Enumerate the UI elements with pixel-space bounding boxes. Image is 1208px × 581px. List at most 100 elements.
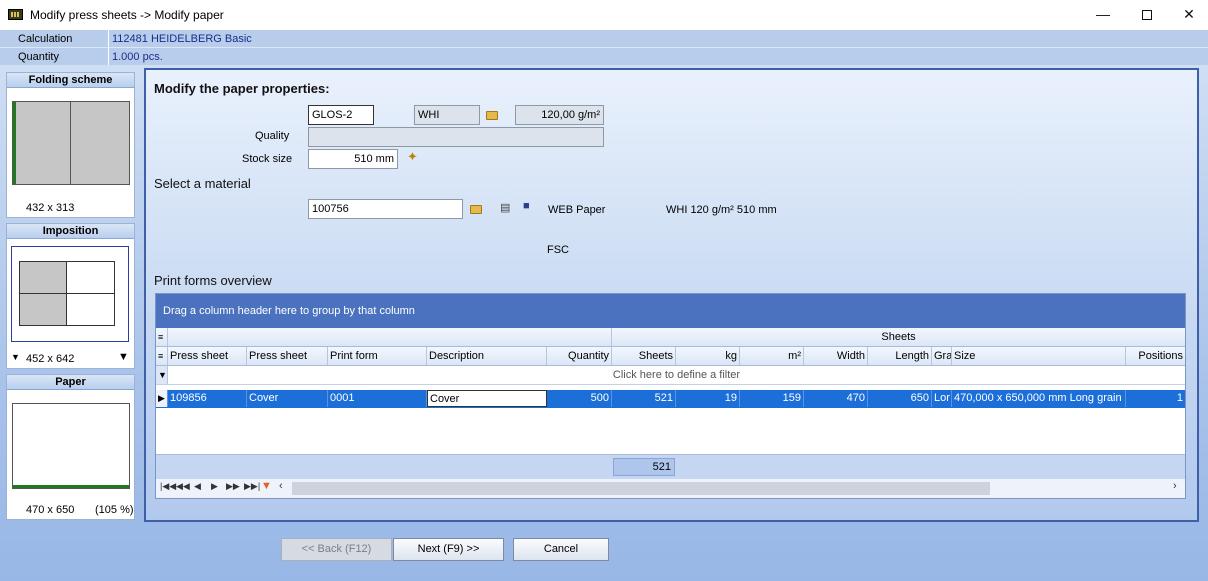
- imposition-dropdown-icon[interactable]: ▼: [118, 351, 129, 363]
- group-by-area[interactable]: Drag a column header here to group by th…: [156, 294, 1185, 328]
- quantity-value: 1.000 pcs.: [112, 51, 163, 63]
- material-code-field[interactable]: 100756: [308, 199, 463, 219]
- cell-positions[interactable]: 1: [1126, 390, 1185, 407]
- info-header: Calculation 112481 HEIDELBERG Basic Quan…: [0, 30, 1208, 65]
- close-button[interactable]: ✕: [1166, 0, 1208, 30]
- col-grain[interactable]: Gra: [932, 347, 952, 365]
- paper-panel: Paper 470 x 650 (105 %): [6, 374, 135, 520]
- minimize-button[interactable]: —: [1080, 0, 1126, 30]
- print-forms-heading: Print forms overview: [154, 273, 272, 288]
- paper-weight-field[interactable]: 120,00 g/m²: [515, 105, 604, 125]
- col-kg[interactable]: kg: [676, 347, 740, 365]
- imposition-arrow-icon: ▼: [11, 352, 20, 362]
- column-chooser-icon[interactable]: ≡: [156, 328, 168, 346]
- col-sheets[interactable]: Sheets: [612, 347, 676, 365]
- quantity-label: Quantity: [18, 51, 59, 63]
- col-press-sheet[interactable]: Press sheet: [168, 347, 247, 365]
- col-positions[interactable]: Positions: [1126, 347, 1185, 365]
- paper-size: 470 x 650: [26, 504, 75, 516]
- material-desc: WHI 120 g/m² 510 mm: [666, 204, 777, 216]
- print-forms-grid: Drag a column header here to group by th…: [155, 293, 1186, 499]
- folding-scheme-title: Folding scheme: [7, 73, 134, 88]
- total-sheets: 521: [613, 458, 675, 476]
- calculation-value: 112481 HEIDELBERG Basic: [112, 33, 252, 45]
- folding-size: 432 x 313: [26, 202, 75, 214]
- cell-description[interactable]: Cover: [427, 390, 547, 407]
- quality-field[interactable]: [308, 127, 604, 147]
- window-title: Modify press sheets -> Modify paper: [30, 8, 224, 22]
- paper-percent: (105 %): [95, 504, 134, 516]
- col-size[interactable]: Size: [952, 347, 1126, 365]
- folding-scheme-panel: Folding scheme 432 x 313: [6, 72, 135, 218]
- paper-title: Paper: [7, 375, 134, 390]
- last-page-icon[interactable]: ▶▶|: [244, 481, 260, 492]
- cell-length[interactable]: 650: [868, 390, 932, 407]
- column-header-row: ≡ Press sheet Press sheet Print form Des…: [156, 347, 1185, 366]
- app-icon: [8, 9, 23, 20]
- next-button[interactable]: Next (F9) >>: [393, 538, 504, 561]
- band-header-row: ≡ Sheets: [156, 328, 1185, 347]
- paper-type-field[interactable]: GLOS-2: [308, 105, 374, 125]
- navigator-bar: |◀◀ ◀◀ ◀ ▶ ▶▶ ▶▶| ▼ ‹ ›: [156, 479, 1185, 498]
- select-material-heading: Select a material: [154, 176, 251, 191]
- cell-width[interactable]: 470: [804, 390, 868, 407]
- cell-quantity[interactable]: 500: [547, 390, 612, 407]
- imposition-panel: Imposition ▼ 452 x 642 ▼: [6, 223, 135, 369]
- folding-scheme-preview[interactable]: [12, 101, 130, 185]
- cell-size[interactable]: 470,000 x 650,000 mm Long grain (: [952, 390, 1126, 407]
- prev-page-icon[interactable]: ◀◀: [176, 481, 190, 492]
- cancel-button[interactable]: Cancel: [513, 538, 609, 561]
- col-m2[interactable]: m²: [740, 347, 804, 365]
- imposition-title: Imposition: [7, 224, 134, 239]
- material-folder-icon[interactable]: [470, 205, 482, 214]
- paper-color-field[interactable]: WHI: [414, 105, 480, 125]
- material-search-icon[interactable]: ▤: [500, 201, 510, 214]
- first-page-icon[interactable]: |◀◀: [160, 481, 176, 492]
- cell-press-sheet[interactable]: 109856: [168, 390, 247, 407]
- quality-label: Quality: [255, 130, 290, 142]
- calculation-label: Calculation: [18, 33, 73, 45]
- material-name: WEB Paper: [548, 204, 606, 216]
- table-row[interactable]: ▶ 109856 Cover 0001 Cover 500 521 19 159…: [156, 390, 1185, 408]
- scroll-right-icon[interactable]: ›: [1173, 480, 1177, 492]
- cell-sheets[interactable]: 521: [612, 390, 676, 407]
- filter-icon: ▼: [156, 366, 168, 384]
- imposition-size: 452 x 642: [26, 353, 75, 365]
- cell-grain[interactable]: Lor: [932, 390, 952, 407]
- filter-funnel-icon[interactable]: ▼: [261, 480, 272, 492]
- paper-preview[interactable]: [12, 403, 130, 489]
- col-length[interactable]: Length: [868, 347, 932, 365]
- material-cube-icon[interactable]: ■: [523, 200, 530, 212]
- prev-record-icon[interactable]: ◀: [194, 481, 201, 492]
- paper-color-folder-icon[interactable]: [486, 111, 498, 120]
- row-indicator-icon: ▶: [156, 390, 168, 407]
- col-width[interactable]: Width: [804, 347, 868, 365]
- paper-properties-heading: Modify the paper properties:: [154, 81, 330, 96]
- title-bar: Modify press sheets -> Modify paper — ✕: [0, 0, 1208, 30]
- cell-m2[interactable]: 159: [740, 390, 804, 407]
- scroll-left-icon[interactable]: ‹: [279, 480, 283, 492]
- stock-size-field[interactable]: 510 mm: [308, 149, 398, 169]
- summary-row: 521: [156, 454, 1185, 479]
- imposition-preview[interactable]: [11, 246, 129, 342]
- maximize-icon: [1142, 10, 1152, 21]
- stock-size-label: Stock size: [242, 153, 293, 165]
- horizontal-scrollbar-thumb[interactable]: [292, 482, 990, 495]
- magic-wand-icon[interactable]: ✦: [407, 149, 418, 165]
- cell-press-sheet-2[interactable]: Cover: [247, 390, 328, 407]
- band-sheets[interactable]: Sheets: [612, 328, 1185, 346]
- next-page-icon[interactable]: ▶▶: [226, 481, 240, 492]
- col-press-sheet-2[interactable]: Press sheet: [247, 347, 328, 365]
- column-chooser-icon-2[interactable]: ≡: [156, 347, 168, 365]
- cell-kg[interactable]: 19: [676, 390, 740, 407]
- col-print-form[interactable]: Print form: [328, 347, 427, 365]
- maximize-button[interactable]: [1124, 0, 1170, 30]
- filter-row[interactable]: ▼ Click here to define a filter: [156, 366, 1185, 385]
- cell-print-form[interactable]: 0001: [328, 390, 427, 407]
- filter-hint[interactable]: Click here to define a filter: [168, 366, 1185, 384]
- col-quantity[interactable]: Quantity: [547, 347, 612, 365]
- col-description[interactable]: Description: [427, 347, 547, 365]
- back-button[interactable]: << Back (F12): [281, 538, 392, 561]
- next-record-icon[interactable]: ▶: [211, 481, 218, 492]
- material-cert: FSC: [547, 244, 569, 256]
